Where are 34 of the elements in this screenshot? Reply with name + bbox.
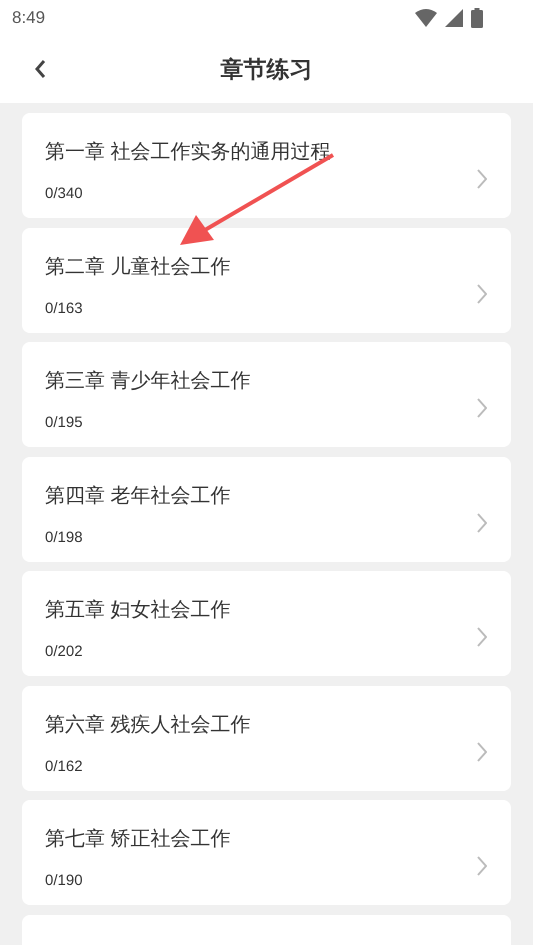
chapter-title: 第三章 青少年社会工作 [45, 369, 251, 394]
chevron-right-icon [477, 169, 487, 189]
chapter-title: 第五章 妇女社会工作 [45, 598, 231, 623]
progress-count: 0/162 [45, 756, 83, 776]
chapter-title: 第六章 残疾人社会工作 [45, 712, 251, 738]
chevron-right-icon [477, 512, 487, 532]
wifi-icon [415, 8, 437, 26]
signal-icon [445, 8, 463, 26]
back-icon [34, 59, 46, 79]
chevron-right-icon [477, 742, 487, 762]
chapter-card[interactable]: 第三章 青少年社会工作 0/195 [22, 342, 511, 447]
chapter-card[interactable]: 第五章 妇女社会工作 0/202 [22, 571, 511, 676]
battery-icon [471, 8, 483, 28]
chapter-title: 第二章 儿童社会工作 [45, 254, 231, 280]
progress-count: 0/340 [45, 184, 83, 204]
chevron-right-icon [477, 627, 487, 647]
chapter-card[interactable]: 第六章 残疾人社会工作 0/162 [22, 686, 511, 790]
chevron-right-icon [477, 284, 487, 304]
chapter-card[interactable]: 第一章 社会工作实务的通用过程 0/340 [22, 113, 511, 218]
progress-count: 0/198 [45, 528, 83, 548]
chapter-card[interactable]: 第四章 老年社会工作 0/198 [22, 456, 511, 562]
chapter-title: 第一章 社会工作实务的通用过程 [45, 140, 331, 165]
chapter-title: 第四章 老年社会工作 [45, 484, 231, 508]
progress-count: 0/202 [45, 642, 83, 662]
progress-count: 0/195 [45, 413, 83, 433]
page-title: 章节练习 [220, 54, 312, 84]
progress-count: 0/163 [45, 298, 83, 318]
chevron-right-icon [477, 398, 487, 418]
chapter-card[interactable]: 第二章 儿童社会工作 0/163 [22, 228, 511, 332]
status-time: 8:49 [12, 6, 46, 29]
chapter-card[interactable]: 第七章 矫正社会工作 0/190 [22, 800, 511, 905]
chapter-title: 第七章 矫正社会工作 [45, 827, 231, 852]
chevron-right-icon [477, 856, 487, 876]
progress-count: 0/190 [45, 871, 83, 891]
